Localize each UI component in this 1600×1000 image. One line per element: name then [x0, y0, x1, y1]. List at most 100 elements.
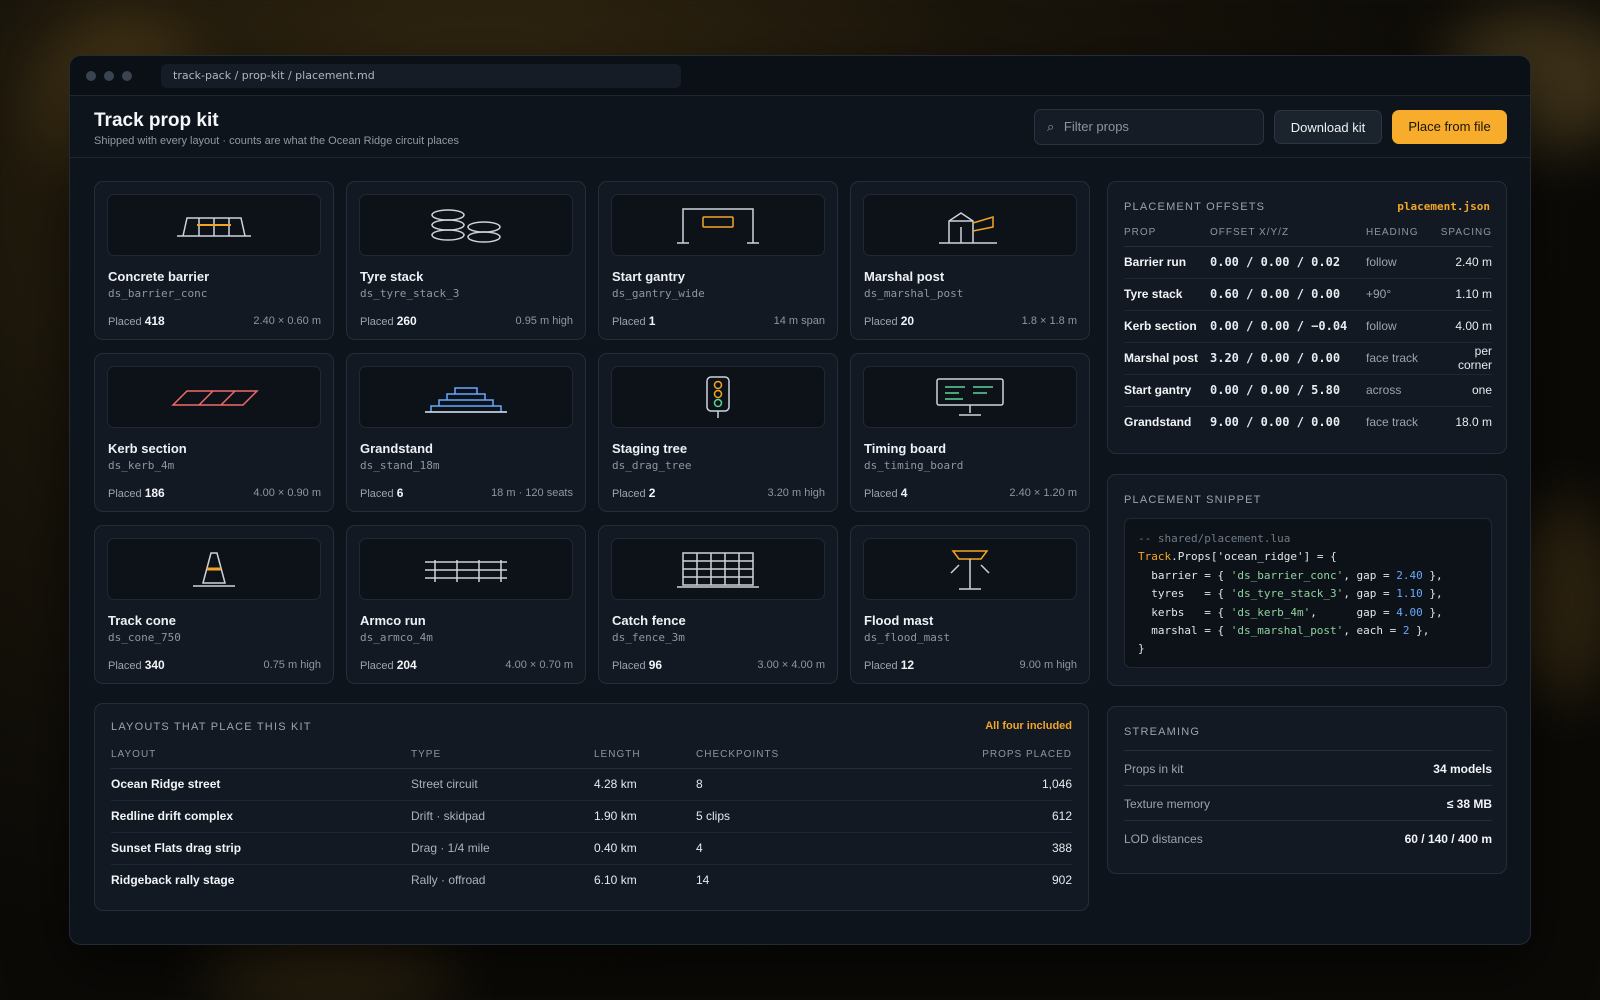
prop-card[interactable]: Grandstand ds_stand_18m Placed 6 18 m · … — [346, 353, 586, 512]
page-header: Track prop kit Shipped with every layout… — [70, 96, 1530, 158]
prop-placed: Placed 186 — [108, 486, 165, 500]
table-row[interactable]: Ridgeback rally stage Rally · offroad 6.… — [111, 864, 1072, 896]
table-row[interactable]: Barrier run 0.00 / 0.00 / 0.02 follow 2.40 … — [1124, 246, 1492, 279]
prop-placed: Placed 340 — [108, 658, 165, 672]
col-prop: PROP — [1124, 220, 1210, 247]
prop-dimensions: 0.95 m high — [515, 315, 573, 327]
barrier-icon — [107, 194, 321, 256]
path-bar[interactable]: track-pack / prop-kit / placement.md — [161, 63, 681, 88]
offsets-file-link[interactable]: placement.json — [1397, 200, 1490, 213]
download-kit-button[interactable]: Download kit — [1274, 110, 1382, 144]
kerb-icon — [107, 366, 321, 428]
prop-code: ds_flood_mast — [864, 631, 951, 644]
prop-dimensions: 3.00 × 4.00 m — [757, 659, 825, 671]
prop-code: ds_kerb_4m — [108, 459, 175, 472]
streaming-row: LOD distances 60 / 140 / 400 m — [1124, 820, 1492, 855]
prop-name: Kerb section — [108, 441, 187, 456]
prop-dimensions: 18 m · 120 seats — [491, 487, 573, 499]
prop-placed: Placed 2 — [612, 486, 656, 500]
table-row[interactable]: Sunset Flats drag strip Drag · 1/4 mile … — [111, 832, 1072, 865]
code-snippet[interactable]: -- shared/placement.lua Track.Props['oce… — [1124, 518, 1492, 668]
timing-board-icon — [863, 366, 1077, 428]
prop-card[interactable]: Catch fence ds_fence_3m Placed 96 3.00 ×… — [598, 525, 838, 684]
prop-card[interactable]: Staging tree ds_drag_tree Placed 2 3.20 … — [598, 353, 838, 512]
col-checkpoints: CHECKPOINTS — [696, 742, 896, 769]
streaming-panel: STREAMING Props in kit 34 models Texture… — [1107, 706, 1507, 874]
prop-dimensions: 2.40 × 1.20 m — [1009, 487, 1077, 499]
prop-name: Staging tree — [612, 441, 688, 456]
armco-icon — [359, 538, 573, 600]
prop-dimensions: 1.8 × 1.8 m — [1021, 315, 1077, 327]
prop-code: ds_fence_3m — [612, 631, 685, 644]
table-row[interactable]: Redline drift complex Drift · skidpad 1.… — [111, 800, 1072, 833]
col-offset: OFFSET X/Y/Z — [1210, 220, 1366, 247]
prop-name: Catch fence — [612, 613, 686, 628]
prop-card[interactable]: Track cone ds_cone_750 Placed 340 0.75 m… — [94, 525, 334, 684]
offsets-title: PLACEMENT OFFSETS — [1124, 201, 1266, 213]
prop-placed: Placed 20 — [864, 314, 915, 328]
prop-code: ds_timing_board — [864, 459, 964, 472]
prop-code: ds_stand_18m — [360, 459, 440, 472]
prop-name: Track cone — [108, 613, 176, 628]
prop-card[interactable]: Tyre stack ds_tyre_stack_3 Placed 260 0.… — [346, 181, 586, 340]
prop-placed: Placed 6 — [360, 486, 404, 500]
placement-offsets-panel: PLACEMENT OFFSETS placement.json PROP OF… — [1107, 181, 1507, 454]
tyre-stack-icon — [359, 194, 573, 256]
page-title: Track prop kit — [94, 110, 219, 131]
filter-box[interactable]: ⌕ — [1034, 109, 1264, 145]
prop-code: ds_armco_4m — [360, 631, 433, 644]
cone-icon — [107, 538, 321, 600]
col-heading: HEADING — [1366, 220, 1438, 247]
gantry-icon — [611, 194, 825, 256]
prop-dimensions: 14 m span — [773, 315, 825, 327]
grandstand-icon — [359, 366, 573, 428]
prop-code: ds_gantry_wide — [612, 287, 705, 300]
prop-card[interactable]: Armco run ds_armco_4m Placed 204 4.00 × … — [346, 525, 586, 684]
app-window: track-pack / prop-kit / placement.md Tra… — [69, 55, 1531, 945]
prop-dimensions: 3.20 m high — [767, 487, 825, 499]
prop-dimensions: 4.00 × 0.70 m — [505, 659, 573, 671]
close-dot-icon[interactable] — [86, 70, 96, 81]
marshal-post-icon — [863, 194, 1077, 256]
fence-icon — [611, 538, 825, 600]
prop-placed: Placed 4 — [864, 486, 908, 500]
prop-dimensions: 4.00 × 0.90 m — [253, 487, 321, 499]
table-row[interactable]: Ocean Ridge street Street circuit 4.28 k… — [111, 768, 1072, 801]
maximize-dot-icon[interactable] — [122, 70, 132, 81]
prop-card[interactable]: Kerb section ds_kerb_4m Placed 186 4.00 … — [94, 353, 334, 512]
filter-input[interactable] — [1063, 119, 1244, 134]
prop-code: ds_drag_tree — [612, 459, 692, 472]
minimize-dot-icon[interactable] — [104, 70, 114, 81]
prop-code: ds_tyre_stack_3 — [360, 287, 460, 300]
table-row[interactable]: Tyre stack 0.60 / 0.00 / 0.00 +90° 1.10 m — [1124, 278, 1492, 311]
streaming-title: STREAMING — [1124, 726, 1201, 738]
streaming-row: Props in kit 34 models — [1124, 750, 1492, 785]
prop-dimensions: 0.75 m high — [263, 659, 321, 671]
prop-card[interactable]: Timing board ds_timing_board Placed 4 2.… — [850, 353, 1090, 512]
offsets-table: PROP OFFSET X/Y/Z HEADING SPACING Barrie… — [1124, 220, 1492, 438]
prop-code: ds_barrier_conc — [108, 287, 208, 300]
prop-card[interactable]: Concrete barrier ds_barrier_conc Placed … — [94, 181, 334, 340]
prop-name: Tyre stack — [360, 269, 424, 284]
prop-card[interactable]: Flood mast ds_flood_mast Placed 12 9.00 … — [850, 525, 1090, 684]
table-row[interactable]: Start gantry 0.00 / 0.00 / 5.80 across one — [1124, 374, 1492, 407]
table-row[interactable]: Marshal post 3.20 / 0.00 / 0.00 face track… — [1124, 342, 1492, 375]
place-from-file-button[interactable]: Place from file — [1392, 110, 1507, 144]
prop-code: ds_marshal_post — [864, 287, 964, 300]
prop-card[interactable]: Start gantry ds_gantry_wide Placed 1 14 … — [598, 181, 838, 340]
layouts-aside: All four included — [985, 720, 1072, 732]
prop-name: Timing board — [864, 441, 947, 456]
prop-card[interactable]: Marshal post ds_marshal_post Placed 20 1… — [850, 181, 1090, 340]
placement-snippet-panel: PLACEMENT SNIPPET -- shared/placement.lu… — [1107, 474, 1507, 686]
table-row[interactable]: Grandstand 9.00 / 0.00 / 0.00 face track 18… — [1124, 406, 1492, 438]
col-type: TYPE — [411, 742, 594, 769]
snippet-title: PLACEMENT SNIPPET — [1124, 494, 1262, 506]
col-layout: LAYOUT — [111, 742, 411, 769]
table-row[interactable]: Kerb section 0.00 / 0.00 / −0.04 follow 4.0… — [1124, 310, 1492, 343]
col-props-placed: PROPS PLACED — [896, 742, 1072, 769]
prop-name: Flood mast — [864, 613, 934, 628]
streaming-row: Texture memory ≤ 38 MB — [1124, 785, 1492, 820]
prop-code: ds_cone_750 — [108, 631, 181, 644]
layouts-panel: LAYOUTS THAT PLACE THIS KIT All four inc… — [94, 703, 1089, 911]
prop-name: Concrete barrier — [108, 269, 210, 284]
